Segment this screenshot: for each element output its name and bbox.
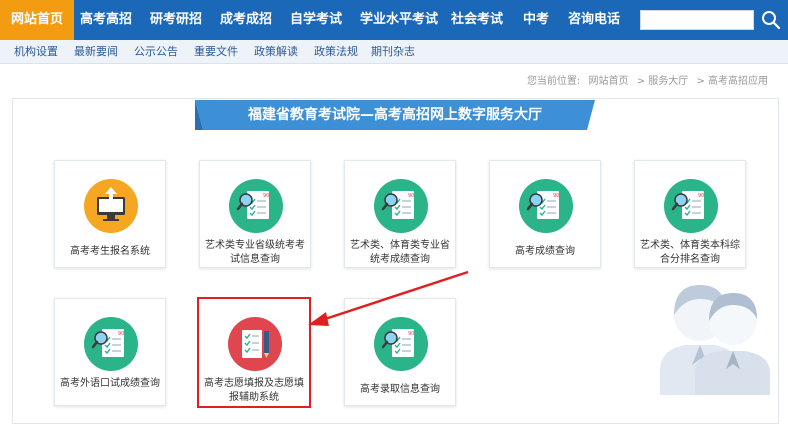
sub-nav: 机构设置 最新要闻 公示公告 重要文件 政策解读 政策法规 期刊杂志 [0,40,788,64]
subnav-qikan[interactable]: 期刊杂志 [371,40,415,64]
tile-label: 高考外语口试成绩查询 [60,378,160,389]
annotation-arrow [308,270,469,326]
document-search-icon: 90 [84,317,138,371]
tile-art-sport-rank[interactable]: 90 艺术类、体育类本科综合分排名查询 [634,160,746,268]
nav-zixue[interactable]: 自学考试 [290,0,342,40]
breadcrumb-home[interactable]: 网站首页 [589,76,629,87]
svg-text:90: 90 [263,193,269,199]
breadcrumb-prefix: 您当前位置: [526,76,581,87]
search-icon[interactable] [761,9,781,31]
breadcrumb: 您当前位置: 网站首页 > 服务大厅 > 高考高招应用 [522,72,768,87]
tile-art-exam-info[interactable]: 90 艺术类专业省级统考考试信息查询 [199,160,311,268]
subnav-gonggao[interactable]: 公示公告 [134,40,178,64]
panel-title: 福建省教育考试院—高考高招网上数字服务大厅 [248,107,542,123]
nav-home[interactable]: 网站首页 [0,0,75,40]
tile-label: 高考志愿填报及志愿填报辅助系统 [204,378,304,403]
nav-zhongkao[interactable]: 中考 [523,0,549,40]
nav-xueye[interactable]: 学业水平考试 [360,0,438,40]
tile-label: 高考成绩查询 [515,246,575,257]
nav-contact[interactable]: 咨询电话 [568,0,620,40]
checklist-pencil-icon [228,317,282,371]
customer-service-illustration [660,285,770,395]
tile-volunteer-filing[interactable]: 高考志愿填报及志愿填报辅助系统 [197,297,311,408]
svg-text:90: 90 [118,331,124,337]
svg-text:90: 90 [553,193,559,199]
tile-registration[interactable]: 高考考生报名系统 [54,160,166,268]
tile-label: 艺术类、体育类专业省统考成绩查询 [350,240,450,265]
subnav-jiedu[interactable]: 政策解读 [254,40,298,64]
subnav-wenjian[interactable]: 重要文件 [194,40,238,64]
svg-text:90: 90 [698,193,704,199]
svg-text:90: 90 [408,193,414,199]
nav-shehui[interactable]: 社会考试 [451,0,503,40]
subnav-yaowen[interactable]: 最新要闻 [74,40,118,64]
search-input[interactable] [640,10,754,30]
tile-oral-english-score[interactable]: 90 高考外语口试成绩查询 [54,298,166,406]
tile-art-sport-score[interactable]: 90 艺术类、体育类专业省统考成绩查询 [344,160,456,268]
subnav-fagui[interactable]: 政策法规 [314,40,358,64]
upload-computer-icon [84,179,138,233]
breadcrumb-current: > 高考高招应用 [696,76,768,87]
svg-text:90: 90 [408,331,414,337]
document-search-icon: 90 [374,179,428,233]
document-search-icon: 90 [664,179,718,233]
tile-score-query[interactable]: 90 高考成绩查询 [489,160,601,268]
breadcrumb-hall[interactable]: > 服务大厅 [637,76,689,87]
nav-gaokao[interactable]: 高考高招 [80,0,132,40]
subnav-jigou[interactable]: 机构设置 [14,40,58,64]
top-nav: 网站首页 高考高招 研考研招 成考成招 自学考试 学业水平考试 社会考试 中考 … [0,0,788,40]
document-search-icon: 90 [519,179,573,233]
tile-label: 高考考生报名系统 [70,246,150,257]
nav-yankao[interactable]: 研考研招 [150,0,202,40]
document-search-icon: 90 [229,179,283,233]
tile-label: 高考录取信息查询 [360,384,440,395]
nav-chengkao[interactable]: 成考成招 [220,0,272,40]
tile-label: 艺术类专业省级统考考试信息查询 [205,240,305,265]
